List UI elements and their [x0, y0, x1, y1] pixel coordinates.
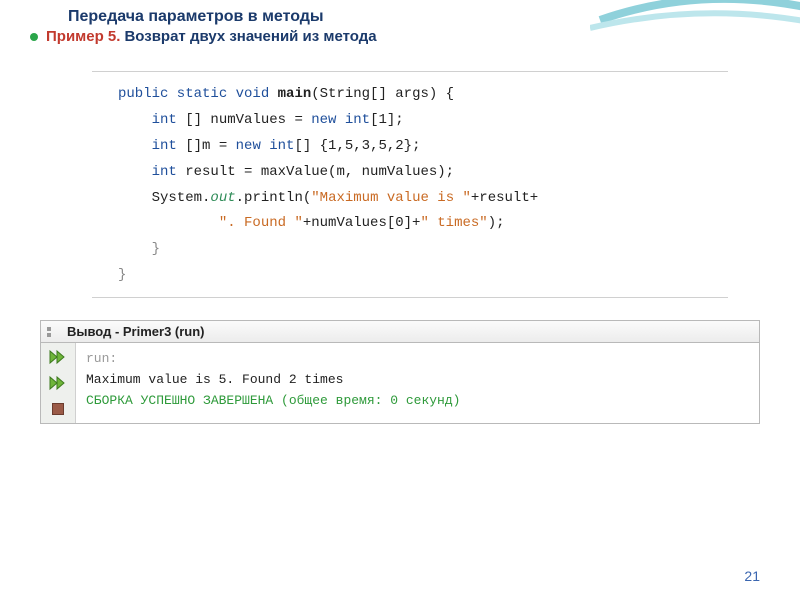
run-icon[interactable] — [47, 347, 69, 367]
code-line-6: ". Found "+numValues[0]+" times"); — [118, 211, 720, 237]
output-title-bar: Вывод - Primer3 (run) — [40, 320, 760, 343]
code-line-4: int result = maxValue(m, numValues); — [118, 160, 720, 186]
slide-title: Передача параметров в методы — [0, 0, 800, 26]
page-number: 21 — [744, 568, 760, 584]
code-line-1: public static void main(String[] args) { — [118, 82, 720, 108]
output-run-line: run: — [86, 349, 751, 370]
output-body: run: Maximum value is 5. Found 2 times С… — [40, 343, 760, 424]
code-line-3: int []m = new int[] {1,5,3,5,2}; — [118, 134, 720, 160]
code-line-7: } — [118, 237, 720, 263]
slide: Передача параметров в методы Пример 5. В… — [0, 0, 800, 600]
stop-icon[interactable] — [47, 399, 69, 419]
example-bullet: Пример 5. Возврат двух значений из метод… — [0, 26, 800, 45]
output-build-line: СБОРКА УСПЕШНО ЗАВЕРШЕНА (общее время: 0… — [86, 391, 751, 412]
code-line-5: System.out.println("Maximum value is "+r… — [118, 186, 720, 212]
bullet-icon — [30, 33, 38, 41]
output-message: Maximum value is 5. Found 2 times — [86, 370, 751, 391]
code-line-2: int [] numValues = new int[1]; — [118, 108, 720, 134]
rerun-icon[interactable] — [47, 373, 69, 393]
example-number: Пример 5. — [46, 28, 120, 45]
output-panel: Вывод - Primer3 (run) run: Maximum value… — [40, 320, 760, 424]
code-line-8: } — [118, 263, 720, 289]
code-block: public static void main(String[] args) {… — [92, 71, 728, 298]
output-gutter — [41, 343, 76, 423]
example-caption: Возврат двух значений из метода — [124, 28, 376, 45]
output-text: run: Maximum value is 5. Found 2 times С… — [76, 343, 759, 423]
